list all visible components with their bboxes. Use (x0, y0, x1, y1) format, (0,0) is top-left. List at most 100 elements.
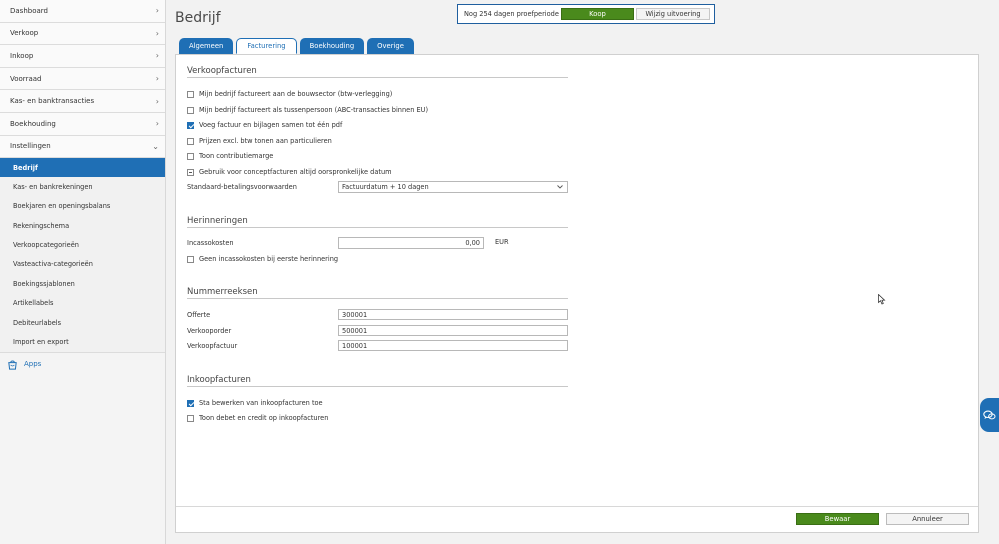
trial-banner: Nog 254 dagen proefperiode Koop Wijzig u… (457, 4, 715, 24)
nav-label: Boekhouding (10, 119, 56, 128)
sidebar-item-boekjaren[interactable]: Boekjaren en openingsbalans (0, 197, 165, 216)
cancel-button[interactable]: Annuleer (886, 513, 969, 525)
tab-boekhouding[interactable]: Boekhouding (299, 38, 365, 54)
sidebar-item-import-export[interactable]: Import en export (0, 332, 165, 351)
checkbox-indeterminate[interactable] (187, 168, 194, 176)
option-prices-excl-vat[interactable]: Prijzen excl. btw tonen aan particuliere… (187, 136, 332, 146)
option-label: Sta bewerken van inkoopfacturen toe (199, 399, 323, 407)
checkbox[interactable] (187, 152, 194, 160)
checkbox[interactable] (187, 90, 194, 98)
trial-text: Nog 254 dagen proefperiode (464, 10, 559, 18)
sidebar-item-debiteurlabels[interactable]: Debiteurlabels (0, 313, 165, 332)
tab-overige[interactable]: Overige (367, 38, 414, 54)
nav-item-dashboard[interactable]: Dashboard › (0, 0, 165, 23)
checkbox[interactable] (187, 137, 194, 145)
collection-costs-label: Incassokosten (187, 239, 234, 247)
chevron-right-icon: › (155, 51, 159, 61)
sidebar-item-artikellabels[interactable]: Artikellabels (0, 294, 165, 313)
nav-item-instellingen[interactable]: Instellingen ⌄ (0, 135, 165, 159)
chat-button[interactable] (980, 398, 999, 432)
sidebar-item-kas-bankrekeningen[interactable]: Kas- en bankrekeningen (0, 177, 165, 196)
option-contribution-margin[interactable]: Toon contributiemarge (187, 151, 273, 161)
option-merge-pdf[interactable]: Voeg factuur en bijlagen samen tot één p… (187, 120, 342, 130)
checkbox-checked[interactable] (187, 121, 194, 129)
option-label: Prijzen excl. btw tonen aan particuliere… (199, 137, 332, 145)
nav-item-kas-bank[interactable]: Kas- en banktransacties › (0, 90, 165, 113)
quote-number-input[interactable]: 300001 (338, 309, 568, 320)
nav-item-boekhouding[interactable]: Boekhouding › (0, 112, 165, 136)
tab-bar: Algemeen Facturering Boekhouding Overige (179, 38, 417, 54)
cursor-icon (878, 294, 886, 305)
option-label: Mijn bedrijf factureert aan de bouwsecto… (199, 90, 393, 98)
settings-panel: Verkoopfacturen Mijn bedrijf factureert … (175, 54, 979, 533)
nav-label: Kas- en banktransacties (10, 97, 95, 106)
apps-link[interactable]: Apps (0, 351, 165, 376)
payment-terms-value: Factuurdatum + 10 dagen (342, 183, 429, 191)
change-plan-button[interactable]: Wijzig uitvoering (636, 8, 710, 20)
option-label: Toon contributiemarge (199, 152, 274, 160)
sidebar-item-bedrijf[interactable]: Bedrijf (0, 158, 165, 178)
chevron-right-icon: › (155, 119, 159, 129)
option-original-date[interactable]: Gebruik voor conceptfacturen altijd oors… (187, 167, 392, 177)
checkbox[interactable] (187, 255, 194, 263)
sidebar-item-verkoopcategorieen[interactable]: Verkoopcategorieën (0, 235, 165, 254)
nav-item-verkoop[interactable]: Verkoop › (0, 22, 165, 46)
option-no-costs-first-reminder[interactable]: Geen incassokosten bij eerste herinnerin… (187, 254, 338, 264)
option-label: Voeg factuur en bijlagen samen tot één p… (199, 121, 343, 129)
nav-label: Verkoop (10, 29, 39, 38)
tab-algemeen[interactable]: Algemeen (179, 38, 234, 54)
option-label: Mijn bedrijf factureert als tussenpersoo… (199, 106, 429, 114)
chevron-down-icon: ⌄ (152, 141, 159, 151)
nav-item-inkoop[interactable]: Inkoop › (0, 45, 165, 68)
chevron-right-icon: › (155, 6, 159, 16)
option-edit-purchase-invoices[interactable]: Sta bewerken van inkoopfacturen toe (187, 398, 323, 408)
chevron-right-icon: › (155, 96, 159, 106)
nav-label: Inkoop (10, 51, 34, 60)
shopping-bag-icon (8, 360, 17, 370)
option-intermediary-abc[interactable]: Mijn bedrijf factureert als tussenpersoo… (187, 105, 428, 115)
sales-invoice-number-input[interactable]: 100001 (338, 340, 568, 351)
nav-label: Instellingen (10, 142, 51, 151)
option-label: Toon debet en credit op inkoopfacturen (199, 414, 329, 422)
checkbox-checked[interactable] (187, 399, 194, 407)
chevron-right-icon: › (155, 28, 159, 38)
sidebar-item-boekingssjablonen[interactable]: Boekingssjablonen (0, 274, 165, 293)
option-debit-credit[interactable]: Toon debet en credit op inkoopfacturen (187, 413, 328, 423)
option-label: Geen incassokosten bij eerste herinnerin… (199, 255, 339, 263)
nav-item-voorraad[interactable]: Voorraad › (0, 67, 165, 91)
chat-icon (983, 410, 996, 419)
section-divider (187, 227, 568, 228)
section-title-sales-invoices: Verkoopfacturen (187, 66, 257, 76)
sidebar-item-vasteactiva[interactable]: Vasteactiva-categorieën (0, 255, 165, 274)
nav-label: Voorraad (10, 74, 42, 83)
sidebar-item-rekeningschema[interactable]: Rekeningschema (0, 216, 165, 235)
chevron-right-icon: › (155, 74, 159, 84)
option-construction-reverse-charge[interactable]: Mijn bedrijf factureert aan de bouwsecto… (187, 89, 392, 99)
section-title-purchase-invoices: Inkoopfacturen (187, 375, 251, 385)
section-title-number-series: Nummerreeksen (187, 287, 258, 297)
sales-order-number-label: Verkooporder (187, 327, 232, 335)
checkbox[interactable] (187, 106, 194, 114)
save-button[interactable]: Bewaar (796, 513, 879, 525)
payment-terms-select[interactable]: Factuurdatum + 10 dagen (338, 181, 568, 193)
section-divider (187, 77, 568, 78)
section-title-reminders: Herinneringen (187, 216, 248, 226)
sidebar: Dashboard › Verkoop › Inkoop › Voorraad … (0, 0, 166, 544)
section-divider (187, 298, 568, 299)
sales-order-number-input[interactable]: 500001 (338, 325, 568, 336)
chevron-down-icon (557, 185, 563, 189)
settings-submenu: Bedrijf Kas- en bankrekeningen Boekjaren… (0, 158, 165, 352)
nav-label: Dashboard (10, 6, 48, 15)
payment-terms-label: Standaard-betalingsvoorwaarden (187, 183, 297, 191)
apps-label: Apps (24, 360, 42, 369)
section-divider (187, 386, 568, 387)
checkbox[interactable] (187, 414, 194, 422)
collection-costs-input[interactable]: 0,00 (338, 237, 484, 249)
tab-facturering[interactable]: Facturering (236, 38, 297, 54)
panel-footer: Bewaar Annuleer (176, 506, 978, 532)
main-area: Bedrijf Nog 254 dagen proefperiode Koop … (166, 0, 999, 544)
buy-button[interactable]: Koop (561, 8, 634, 20)
option-label: Gebruik voor conceptfacturen altijd oors… (199, 168, 392, 176)
quote-number-label: Offerte (187, 311, 211, 319)
currency-label: EUR (495, 238, 509, 246)
